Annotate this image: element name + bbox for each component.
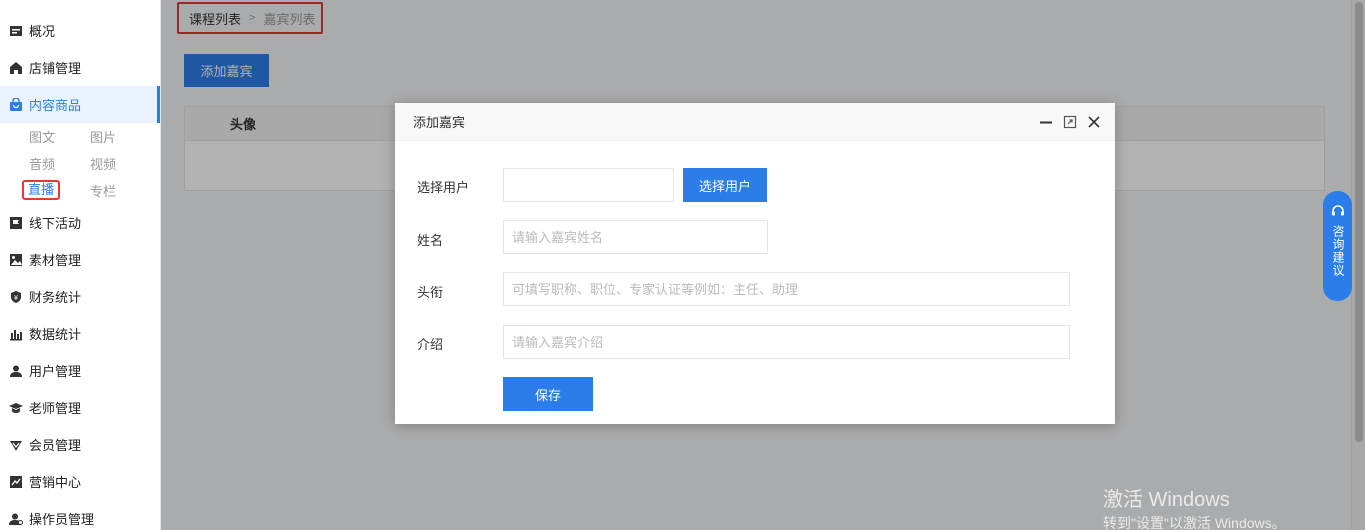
sidebar-item-store[interactable]: 店铺管理 (0, 49, 160, 86)
bar-chart-icon (9, 327, 23, 341)
sub-item-zhuanlan[interactable]: 专栏 (90, 181, 116, 200)
sidebar-item-label: 用户管理 (29, 364, 82, 379)
consult-label: 咨询建议 (1331, 225, 1345, 277)
sub-item-yinpin[interactable]: 音频 (29, 154, 55, 173)
sidebar-item-label: 营销中心 (29, 475, 82, 490)
add-guest-modal: 添加嘉宾 选择用户 选择用户 姓名 头衔 介绍 保存 (395, 103, 1115, 424)
sidebar-item-label: 店铺管理 (29, 61, 82, 76)
vip-icon (9, 438, 23, 452)
sidebar: 概况 店铺管理 内容商品 图文 图片 音频 视频 直播 专栏 线下活动 素材管理… (0, 0, 161, 530)
sidebar-item-data[interactable]: 数据统计 (0, 315, 160, 352)
sidebar-item-teachers[interactable]: 老师管理 (0, 389, 160, 426)
sidebar-item-material[interactable]: 素材管理 (0, 241, 160, 278)
sidebar-item-overview[interactable]: 概况 (0, 12, 160, 49)
sidebar-item-label: 操作员管理 (29, 512, 95, 527)
sidebar-item-label: 素材管理 (29, 253, 82, 268)
consult-widget[interactable]: 咨询建议 (1323, 191, 1352, 301)
activation-watermark-sub: 转到"设置"以激活 Windows。 (1103, 515, 1286, 530)
sub-item-zhibo[interactable]: 直播 (22, 180, 61, 200)
user-icon (9, 364, 23, 378)
intro-input[interactable] (503, 325, 1070, 359)
sidebar-item-finance[interactable]: ¥ 财务统计 (0, 278, 160, 315)
intro-label: 介绍 (417, 337, 444, 352)
store-icon (9, 61, 23, 75)
name-label: 姓名 (417, 233, 444, 248)
sidebar-item-members[interactable]: 会员管理 (0, 426, 160, 463)
title-label: 头衔 (417, 285, 444, 300)
sidebar-item-marketing[interactable]: 营销中心 (0, 463, 160, 500)
dashboard-icon (9, 24, 23, 38)
sidebar-item-label: 会员管理 (29, 438, 82, 453)
title-input[interactable] (503, 272, 1070, 306)
flag-icon (9, 216, 23, 230)
sidebar-item-users[interactable]: 用户管理 (0, 352, 160, 389)
sidebar-item-offline[interactable]: 线下活动 (0, 204, 160, 241)
sidebar-item-label: 内容商品 (29, 98, 82, 113)
bag-icon (9, 97, 23, 112)
image-icon (9, 253, 23, 267)
sub-item-shipin[interactable]: 视频 (90, 154, 116, 173)
sidebar-item-label: 数据统计 (29, 327, 82, 342)
modal-title: 添加嘉宾 (413, 115, 466, 130)
close-icon[interactable] (1087, 115, 1101, 129)
name-input[interactable] (503, 220, 768, 254)
minimize-icon[interactable] (1039, 115, 1053, 129)
modal-header: 添加嘉宾 (395, 103, 1115, 141)
sidebar-item-label: 概况 (29, 24, 56, 39)
graduation-cap-icon (9, 401, 23, 415)
shield-money-icon: ¥ (9, 290, 23, 304)
sidebar-item-label: 老师管理 (29, 401, 82, 416)
sidebar-item-label: 财务统计 (29, 290, 82, 305)
modal-controls (1039, 103, 1101, 141)
select-user-label: 选择用户 (417, 180, 470, 195)
select-user-button[interactable]: 选择用户 (683, 168, 767, 202)
sub-item-tupian[interactable]: 图片 (90, 127, 116, 146)
sidebar-item-content[interactable]: 内容商品 (0, 86, 160, 123)
activation-watermark: 激活 Windows (1103, 489, 1230, 511)
sidebar-item-operators[interactable]: 操作员管理 (0, 500, 160, 530)
save-button[interactable]: 保存 (503, 377, 593, 411)
operator-icon (9, 512, 23, 526)
headset-icon (1330, 203, 1346, 219)
maximize-icon[interactable] (1063, 115, 1077, 129)
sub-item-tuwen[interactable]: 图文 (29, 127, 55, 146)
select-user-field[interactable] (503, 168, 674, 202)
svg-text:¥: ¥ (14, 294, 19, 302)
trend-icon (9, 475, 23, 489)
sidebar-item-label: 线下活动 (29, 216, 82, 231)
